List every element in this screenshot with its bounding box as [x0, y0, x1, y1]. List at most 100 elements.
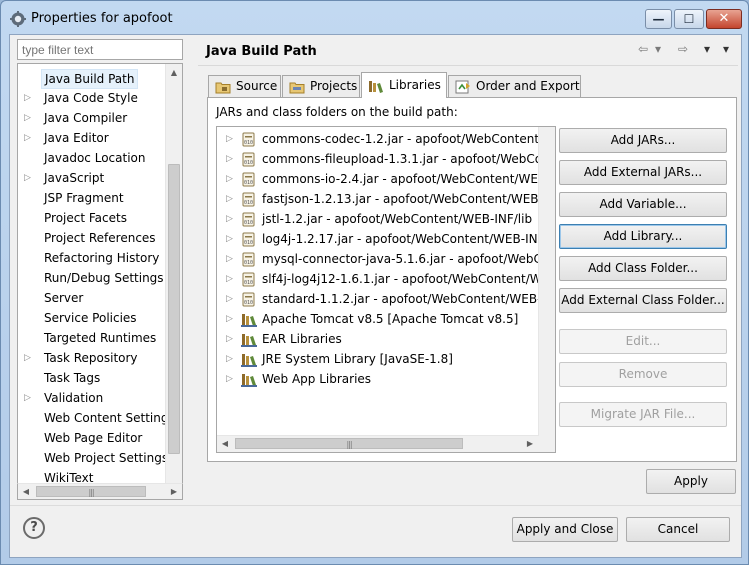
nav-item[interactable]: Task Tags [18, 368, 165, 388]
add-external-jars-button[interactable]: Add External JARs... [559, 160, 727, 185]
nav-item[interactable]: Java Build Path [18, 68, 165, 89]
nav-item-label: Web Content Settings [44, 411, 175, 425]
nav-item[interactable]: ▷ Validation [18, 388, 165, 408]
expand-arrow-icon[interactable]: ▷ [226, 229, 233, 249]
add-jars-button[interactable]: Add JARs... [559, 128, 727, 153]
entry-label: jstl-1.2.jar - apofoot/WebContent/WEB-IN… [262, 212, 533, 226]
nav-item[interactable]: Web Page Editor [18, 428, 165, 448]
expand-arrow-icon[interactable]: ▷ [226, 309, 233, 329]
jar-entry[interactable]: ▷ 010 fastjson-1.2.13.jar - apofoot/WebCon… [217, 189, 539, 209]
migrate-jar-button[interactable]: Migrate JAR File... [559, 402, 727, 427]
expand-arrow-icon[interactable]: ▷ [226, 129, 233, 149]
tab-libraries[interactable]: Libraries [361, 72, 447, 98]
expand-arrow-icon[interactable]: ▷ [226, 269, 233, 289]
nav-hscroll-thumb[interactable]: ||| [36, 486, 146, 497]
forward-menu-icon[interactable]: ▾ [704, 42, 710, 58]
expand-arrow-icon[interactable]: ▷ [226, 169, 233, 189]
tab-source[interactable]: Source [208, 75, 281, 97]
expand-arrow-icon[interactable]: ▷ [226, 189, 233, 209]
nav-item[interactable]: Refactoring History [18, 248, 165, 268]
expand-arrow-icon[interactable]: ▷ [226, 249, 233, 269]
forward-arrow-icon[interactable]: ⇨ [678, 42, 688, 58]
nav-item-label: Java Code Style [44, 91, 138, 105]
scroll-right-arrow-icon[interactable]: ▶ [166, 484, 182, 499]
scroll-up-arrow-icon[interactable]: ▲ [166, 64, 182, 81]
expand-arrow-icon[interactable]: ▷ [24, 88, 34, 108]
nav-item[interactable]: Web Content Settings [18, 408, 175, 428]
nav-item-label: JSP Fragment [44, 191, 124, 205]
nav-item[interactable]: ▷ Task Repository [18, 348, 165, 368]
expand-arrow-icon[interactable]: ▷ [226, 149, 233, 169]
nav-item[interactable]: ▷ Java Code Style [18, 88, 165, 108]
expand-arrow-icon[interactable]: ▷ [226, 209, 233, 229]
page-title: Java Build Path [206, 44, 317, 59]
library-entry[interactable]: ▷ Apache Tomcat v8.5 [Apache Tomcat v8.5] [217, 309, 539, 329]
nav-item-label: Javadoc Location [44, 151, 146, 165]
expand-arrow-icon[interactable]: ▷ [24, 348, 34, 368]
jar-entry[interactable]: ▷ 010 commons-codec-1.2.jar - apofoot/WebC… [217, 129, 539, 149]
add-library-button[interactable]: Add Library... [559, 224, 727, 249]
library-entry[interactable]: ▷ Web App Libraries [217, 369, 539, 389]
nav-item[interactable]: Web Project Settings [18, 448, 168, 468]
libraries-vertical-scrollbar[interactable] [538, 127, 555, 435]
view-menu-icon[interactable]: ▾ [723, 42, 729, 58]
scroll-right-arrow-icon[interactable]: ▶ [522, 436, 538, 451]
nav-item[interactable]: JSP Fragment [18, 188, 165, 208]
help-icon[interactable]: ? [23, 517, 45, 539]
nav-item[interactable]: Project Facets [18, 208, 165, 228]
expand-arrow-icon[interactable]: ▷ [226, 369, 233, 389]
jar-entry[interactable]: ▷ 010 standard-1.1.2.jar - apofoot/WebCont… [217, 289, 539, 309]
nav-item[interactable]: Targeted Runtimes [18, 328, 165, 348]
nav-item[interactable]: Server [18, 288, 165, 308]
nav-vertical-scrollbar[interactable]: ▲ ▼ [165, 64, 182, 496]
filter-input[interactable] [17, 39, 183, 60]
tab-projects[interactable]: Projects [282, 75, 360, 97]
nav-horizontal-scrollbar[interactable]: ◀ ||| ▶ [17, 483, 183, 500]
nav-item[interactable]: Javadoc Location [18, 148, 165, 168]
nav-scroll-thumb[interactable] [168, 164, 180, 454]
close-button[interactable]: ✕ [706, 9, 742, 29]
edit-button[interactable]: Edit... [559, 329, 727, 354]
expand-arrow-icon[interactable]: ▷ [226, 289, 233, 309]
entry-label: fastjson-1.2.13.jar - apofoot/WebContent… [262, 192, 539, 206]
apply-and-close-button[interactable]: Apply and Close [512, 517, 618, 542]
jar-entry[interactable]: ▷ 010 jstl-1.2.jar - apofoot/WebContent/WE… [217, 209, 539, 229]
back-arrow-icon[interactable]: ⇦ [638, 42, 648, 58]
scroll-left-arrow-icon[interactable]: ◀ [217, 436, 233, 451]
maximize-button[interactable]: ☐ [674, 9, 704, 29]
nav-item[interactable]: ▷ Java Compiler [18, 108, 165, 128]
library-entry[interactable]: ▷ EAR Libraries [217, 329, 539, 349]
nav-item[interactable]: ▷ JavaScript [18, 168, 165, 188]
expand-arrow-icon[interactable]: ▷ [24, 168, 34, 188]
libraries-hscroll-thumb[interactable]: ||| [235, 438, 463, 449]
expand-arrow-icon[interactable]: ▷ [24, 388, 34, 408]
nav-item[interactable]: Project References [18, 228, 165, 248]
apply-button[interactable]: Apply [646, 469, 736, 494]
libraries-horizontal-scrollbar[interactable]: ◀ ||| ▶ [217, 435, 539, 452]
jar-icon: 010 [241, 132, 257, 147]
jar-entry[interactable]: ▷ 010 slf4j-log4j12-1.6.1.jar - apofoot/We… [217, 269, 539, 289]
jar-entry[interactable]: ▷ 010 commons-io-2.4.jar - apofoot/WebCont… [217, 169, 539, 189]
tab-order-and-export[interactable]: Order and Export [448, 75, 581, 97]
cancel-button[interactable]: Cancel [626, 517, 730, 542]
back-menu-icon[interactable]: ▾ [655, 42, 661, 58]
expand-arrow-icon[interactable]: ▷ [24, 108, 34, 128]
expand-arrow-icon[interactable]: ▷ [226, 349, 233, 369]
jar-entry[interactable]: ▷ 010 log4j-1.2.17.jar - apofoot/WebConten… [217, 229, 539, 249]
nav-item[interactable]: Run/Debug Settings [18, 268, 165, 288]
nav-item[interactable]: ▷ Java Editor [18, 128, 165, 148]
remove-button[interactable]: Remove [559, 362, 727, 387]
minimize-button[interactable]: — [645, 9, 672, 29]
expand-arrow-icon[interactable]: ▷ [24, 128, 34, 148]
jar-entry[interactable]: ▷ 010 commons-fileupload-1.3.1.jar - apofo… [217, 149, 539, 169]
jar-entry[interactable]: ▷ 010 mysql-connector-java-5.1.6.jar - apo… [217, 249, 539, 269]
expand-arrow-icon[interactable]: ▷ [226, 329, 233, 349]
title-bar[interactable]: Properties for apofoot — ☐ ✕ [1, 1, 748, 35]
add-external-class-folder-button[interactable]: Add External Class Folder... [559, 288, 727, 313]
library-entry[interactable]: ▷ JRE System Library [JavaSE-1.8] [217, 349, 539, 369]
entry-label: standard-1.1.2.jar - apofoot/WebContent/… [262, 292, 539, 306]
add-class-folder-button[interactable]: Add Class Folder... [559, 256, 727, 281]
scroll-left-arrow-icon[interactable]: ◀ [18, 484, 34, 499]
add-variable-button[interactable]: Add Variable... [559, 192, 727, 217]
nav-item[interactable]: Service Policies [18, 308, 165, 328]
